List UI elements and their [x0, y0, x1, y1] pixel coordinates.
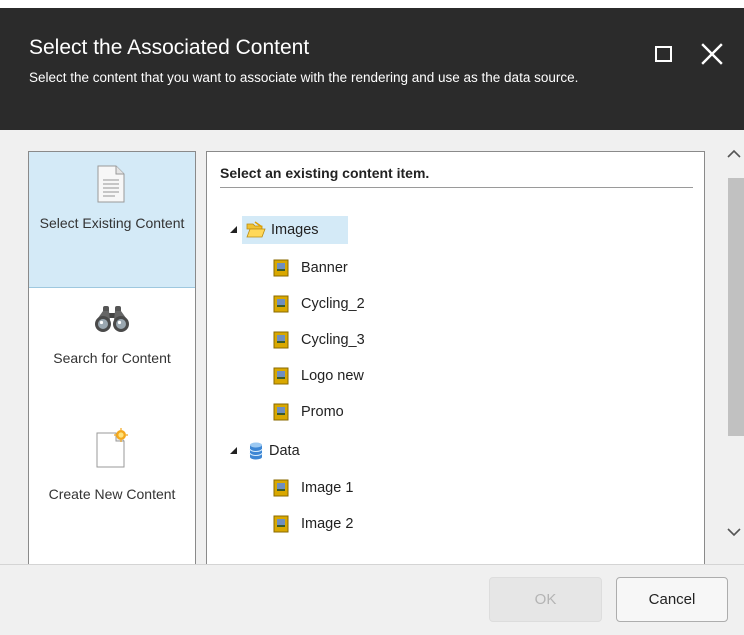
tree-node-label: Images — [271, 222, 319, 238]
chevron-down-icon — [727, 528, 741, 537]
image-item-icon — [273, 479, 289, 497]
nav-select-existing-label: Select Existing Content — [39, 215, 185, 231]
panel-heading: Select an existing content item. — [220, 165, 693, 188]
image-item-icon — [273, 367, 289, 385]
tree-item-label: Image 2 — [301, 516, 354, 532]
nav-search-label: Search for Content — [53, 350, 171, 366]
cancel-button[interactable]: Cancel — [616, 577, 728, 622]
nav-create-new-label: Create New Content — [48, 486, 176, 502]
tree-item-label: Promo — [301, 404, 344, 420]
collapse-arrow-icon — [230, 447, 237, 454]
image-item-icon — [273, 295, 289, 313]
dialog-subtitle: Select the content that you want to asso… — [29, 70, 579, 85]
dialog-header: Select the Associated Content Select the… — [0, 8, 744, 130]
vertical-scrollbar[interactable] — [724, 130, 744, 564]
tree-item[interactable]: Banner — [273, 254, 373, 282]
open-folder-icon — [246, 221, 266, 238]
maximize-button[interactable] — [652, 42, 678, 68]
image-item-icon — [273, 515, 289, 533]
nav-create-new[interactable]: Create New Content — [29, 408, 195, 538]
image-item-icon — [273, 259, 289, 277]
dialog-title: Select the Associated Content — [29, 36, 310, 59]
tree-node-label: Data — [269, 443, 300, 459]
maximize-icon — [655, 46, 672, 62]
tree-node-data[interactable]: Data — [246, 437, 326, 465]
content-tree-panel: Select an existing content item. Images … — [206, 151, 705, 564]
tree-item-label: Logo new — [301, 368, 364, 384]
content-mode-nav: Select Existing Content Search for Conte… — [28, 151, 196, 564]
tree-node-images[interactable]: Images — [242, 216, 348, 244]
collapse-images-toggle[interactable] — [230, 216, 240, 244]
tree-item[interactable]: Image 1 — [273, 474, 383, 502]
tree-item-label: Cycling_2 — [301, 296, 365, 312]
image-item-icon — [273, 403, 289, 421]
tree-item[interactable]: Image 2 — [273, 510, 383, 538]
database-icon — [249, 442, 263, 460]
tree-item[interactable]: Cycling_2 — [273, 290, 383, 318]
tree-item[interactable]: Cycling_3 — [273, 326, 383, 354]
tree-item-label: Banner — [301, 260, 348, 276]
tree-item-label: Cycling_3 — [301, 332, 365, 348]
scroll-up-button[interactable] — [724, 144, 744, 164]
close-button[interactable] — [700, 42, 726, 68]
image-item-icon — [273, 331, 289, 349]
dialog-footer: OK Cancel — [0, 564, 744, 635]
scroll-thumb[interactable] — [728, 178, 744, 436]
binoculars-icon — [95, 306, 129, 332]
nav-search[interactable]: Search for Content — [29, 288, 195, 408]
close-icon — [701, 43, 723, 65]
document-icon — [97, 165, 125, 203]
ok-button[interactable]: OK — [489, 577, 602, 622]
new-document-icon — [96, 428, 128, 468]
chevron-up-icon — [727, 149, 741, 158]
tree-item[interactable]: Logo new — [273, 362, 383, 390]
tree-item[interactable]: Promo — [273, 398, 373, 426]
scroll-down-button[interactable] — [724, 522, 744, 542]
collapse-arrow-icon — [230, 226, 237, 233]
tree-item-label: Image 1 — [301, 480, 354, 496]
nav-select-existing[interactable]: Select Existing Content — [29, 152, 195, 288]
collapse-data-toggle[interactable] — [230, 437, 240, 465]
